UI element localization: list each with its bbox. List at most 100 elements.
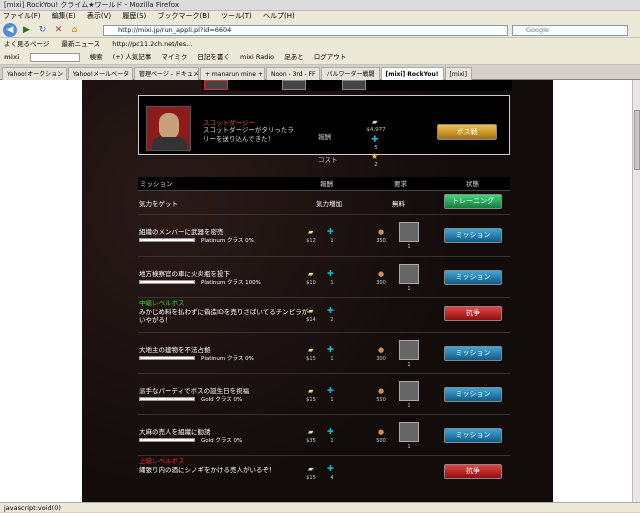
tab-yahoo-mail[interactable]: Yahoo!メールベータ [68,67,133,80]
mission-money: $14 [306,317,316,323]
mission-name: 大地主の建物を不法占拠 [139,346,211,354]
mission-name: 組織のメンバーに武器を密売 [139,228,224,236]
mission-exp: 1 [330,238,334,244]
top-thumb-icon[interactable] [282,80,306,90]
money-icon: ▰ [308,387,314,395]
training-button[interactable]: トレーニング [444,194,502,209]
tab-mixi-rockyou[interactable]: [mixi] RockYou! [380,67,444,80]
item-count: 1 [407,244,411,250]
experience-icon: ✚ [327,227,334,236]
item-gun-icon [399,340,419,360]
mixi-search-box[interactable] [29,52,80,62]
boss-body-icon [152,137,187,150]
mission-button[interactable]: ミッション [444,228,502,243]
mission-exp: 1 [330,438,334,444]
mission-money: $35 [306,438,316,444]
mixi-footprint-button[interactable]: 足あと [284,53,304,61]
menu-view[interactable]: 表示(V) [87,12,111,20]
tab-parwarder[interactable]: パルワーダー戦闘 [321,67,380,80]
mission-req: 300 [376,356,386,362]
item-count: 1 [407,444,411,450]
mission-button[interactable]: ミッション [444,387,502,402]
money-icon: ▰ [308,346,314,354]
tab-yahoo-auction[interactable]: Yahoo!オークション [2,67,67,80]
mission-name: 大麻の売人を組織に勧誘 [139,428,211,436]
boss-level-label: 中級レベルボス [139,299,185,307]
mission-row-boss: 上級レベルボス 縄張り内の酒にシノギをかける売人がいるぞ！ ▰ $15 ✚ 4 … [138,457,510,491]
mission-progress-bar [139,356,195,360]
money-icon: ▰ [308,270,314,278]
boss-level-label: 上級レベルボス [139,457,185,465]
mission-button[interactable]: ミッション [444,428,502,443]
bookmark-2ch[interactable]: http://pc11.2ch.net/les... [112,40,192,48]
tab-admin[interactable]: 管理ページ - ドキュメント [134,67,199,80]
top-thumb-icon[interactable] [204,80,228,90]
mixi-radio-button[interactable]: mixi Radio [240,53,274,61]
tab-mixi[interactable]: [mixi] [444,67,472,80]
mission-reward-text: 気力増加 [316,200,342,208]
bookmark-news[interactable]: 最新ニュース [61,40,100,48]
search-input[interactable]: Google [512,25,628,36]
mission-exp: 1 [330,356,334,362]
menu-tools[interactable]: ツール(T) [221,12,252,20]
experience-icon: ✚ [327,269,334,278]
boss-panel: スコットダージー スコットダージーがタリったラリーを送り込んできた！ 報酬 コス… [138,95,510,168]
item-count: 1 [407,362,411,368]
header-required: 要求 [394,180,407,188]
navigation-toolbar: ◀ ▶ ↻ ✕ ⌂ http://mixi.jp/run_appli.pl?id… [0,22,640,38]
reload-button[interactable]: ↻ [36,24,49,36]
mixi-search-button[interactable]: 検索 [90,53,103,61]
energy-star-icon: ★ [371,152,379,161]
bookmarks-toolbar: よく見るページ 最新ニュース http://pc11.2ch.net/les..… [0,38,640,50]
energy-icon: ● [378,428,385,436]
mixi-mymixi-button[interactable]: マイミク [161,53,187,61]
menu-edit[interactable]: 編集(E) [52,12,76,20]
fight-button[interactable]: 抗争 [444,464,502,479]
boss-reward-label: 報酬 [318,133,331,141]
back-button[interactable]: ◀ [3,23,17,37]
mixi-popular-button[interactable]: (+) 人気記事 [113,53,152,61]
mission-progress-bar [139,438,195,442]
item-bomb-icon [399,381,419,401]
mission-money: $10 [306,280,316,286]
menu-bookmarks[interactable]: ブックマーク(B) [158,12,210,20]
scrollbar-thumb[interactable] [634,110,640,170]
page-content: スコットダージー スコットダージーがタリったラリーを送り込んできた！ 報酬 コス… [0,80,640,502]
fight-button[interactable]: 抗争 [444,306,502,321]
tab-noon[interactable]: Noon - 3rd - FF [266,67,321,80]
menu-history[interactable]: 履歴(S) [122,12,146,20]
forward-button[interactable]: ▶ [20,24,33,36]
boss-cost: 2 [374,162,378,168]
mission-button[interactable]: ミッション [444,270,502,285]
menu-file[interactable]: ファイル(F) [3,12,41,20]
mission-progress-bar [139,238,195,242]
mission-money: $15 [306,397,316,403]
url-bar[interactable]: http://mixi.jp/run_appli.pl?id=6604 [103,25,508,36]
mission-class-text: Gold クラス 0% [201,438,243,444]
mission-button[interactable]: ミッション [444,346,502,361]
bookmark-frequent[interactable]: よく見るページ [4,40,49,48]
mission-name: 派手なパーティでボスの誕生日を祝福 [139,387,250,395]
energy-icon: ● [378,228,385,236]
energy-icon: ● [378,387,385,395]
vertical-scrollbar[interactable] [632,80,640,502]
tab-manarun[interactable]: + manarun mine + [200,67,265,80]
mission-class-text: Gold クラス 0% [201,397,243,403]
header-reward: 報酬 [320,180,333,188]
top-thumb-icon[interactable] [342,80,366,90]
mixi-logout-button[interactable]: ログアウト [314,53,347,61]
mission-progress-bar [139,397,195,401]
boss-fight-button[interactable]: ボス戦 [437,124,497,140]
mission-exp: 2 [330,317,334,323]
mission-row-boss: 中級レベルボス みかじめ料を払わずに偽造IDを売りさばいてるチンピラがいやがる！… [138,299,510,333]
home-button[interactable]: ⌂ [68,24,81,36]
mission-name: 気力をゲット [139,200,178,208]
mission-row: 大地主の建物を不法占拠 Platinum クラス 0% ▰ $15 ✚ 1 ● … [138,334,510,374]
mixi-diary-button[interactable]: 日記を書く [197,53,230,61]
experience-icon: ✚ [327,386,334,395]
mission-table-header: ミッション 報酬 要求 状態 [138,177,510,191]
experience-icon: ✚ [327,345,334,354]
menu-help[interactable]: ヘルプ(H) [263,12,295,20]
stop-button[interactable]: ✕ [52,24,65,36]
mission-row-training: 気力をゲット 気力増加 無料 トレーニング [138,192,510,215]
